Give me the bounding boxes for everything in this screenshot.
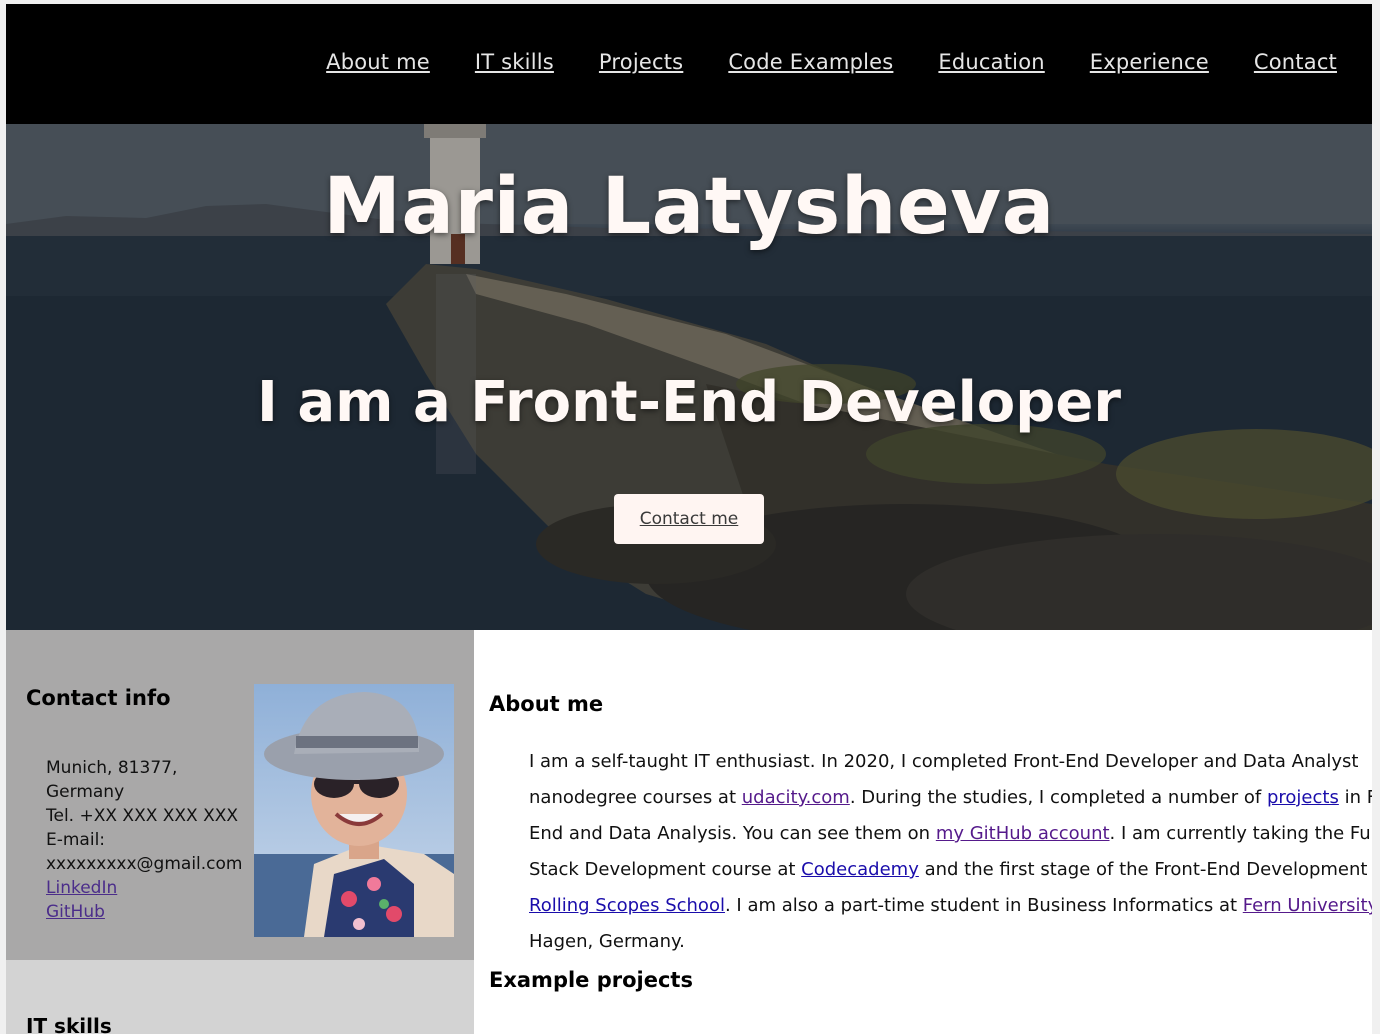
about-me-text: I am a self-taught IT enthusiast. In 202… [529,744,1372,960]
phone: Tel. +XX XXX XXX XXX [46,806,239,826]
udacity-link[interactable]: udacity.com [742,787,850,808]
about-me-heading: About me [489,692,604,716]
contact-details: Munich, 81377, Germany Tel. +XX XXX XXX … [46,756,246,924]
contact-info-panel: Contact info Munich, 81377, Germany Tel.… [6,630,474,960]
fern-university-link[interactable]: Fern University [1243,895,1372,916]
github-account-link[interactable]: my GitHub account [936,823,1110,844]
nav-link-education[interactable]: Education [938,50,1044,74]
email-label: E-mail: [46,830,106,850]
address-line1: Munich, 81377, [46,758,178,778]
hero-title: Maria Latysheva [323,162,1055,252]
nav-list: About me IT skills Projects Code Example… [281,50,1337,74]
nav-link-about-me[interactable]: About me [326,50,430,74]
top-nav: About me IT skills Projects Code Example… [6,4,1372,124]
hero-section: Maria Latysheva I am a Front-End Develop… [6,124,1372,630]
it-skills-panel: IT skills [6,960,474,1034]
contact-me-button[interactable]: Contact me [614,494,764,544]
about-text-part: and the first stage of the Front-End Dev… [918,859,1372,880]
about-text-part: . During the studies, I completed a numb… [849,787,1267,808]
contact-info-heading: Contact info [26,686,171,710]
linkedin-link[interactable]: LinkedIn [46,876,246,900]
address-line2: Germany [46,782,125,802]
rolling-scopes-link[interactable]: Rolling Scopes School [529,895,725,916]
it-skills-heading: IT skills [26,1014,112,1034]
projects-link[interactable]: projects [1267,787,1339,808]
about-text-part: . I am also a part-time student in Busin… [724,895,1243,916]
main-content: About me I am a self-taught IT enthusias… [474,630,1372,1034]
nav-link-projects[interactable]: Projects [599,50,683,74]
nav-link-code-examples[interactable]: Code Examples [728,50,893,74]
profile-photo [254,684,454,937]
hero-subtitle: I am a Front-End Developer [257,370,1121,435]
nav-link-contact[interactable]: Contact [1254,50,1337,74]
nav-link-it-skills[interactable]: IT skills [475,50,554,74]
codecademy-link[interactable]: Codecademy [801,859,919,880]
page: About me IT skills Projects Code Example… [6,4,1372,1034]
nav-link-experience[interactable]: Experience [1090,50,1209,74]
email: xxxxxxxxx@gmail.com [46,854,243,874]
github-link[interactable]: GitHub [46,900,246,924]
example-projects-heading: Example projects [489,968,693,992]
